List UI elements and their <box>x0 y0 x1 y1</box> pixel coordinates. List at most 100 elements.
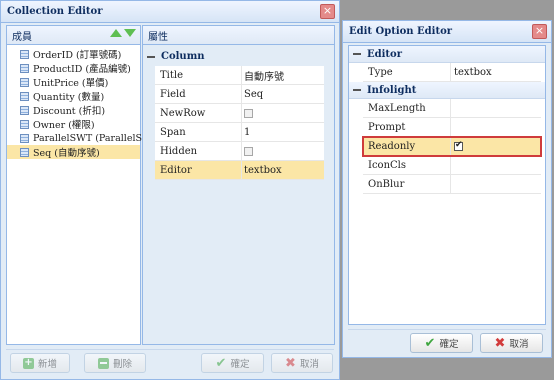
member-label: Seq (自動序號) <box>33 148 100 159</box>
plus-icon: + <box>22 356 34 369</box>
table-icon <box>20 105 29 115</box>
add-button[interactable]: + 新增 <box>10 353 70 373</box>
edit-option-editor-title: Edit Option Editor <box>343 21 551 43</box>
close-icon[interactable]: × <box>320 4 335 19</box>
property-value[interactable]: Seq <box>242 85 324 103</box>
member-label: Discount (折扣) <box>33 106 106 117</box>
option-value[interactable] <box>451 99 541 117</box>
arrow-down-icon[interactable] <box>124 29 136 37</box>
cancel-button-label: 取消 <box>509 339 529 350</box>
member-item[interactable]: Quantity (數量) <box>7 89 140 103</box>
collection-editor-title: Collection Editor <box>1 1 339 23</box>
collection-editor-window: Collection Editor × 成員 OrderID (訂單號碼) Pr… <box>0 0 340 380</box>
option-group-infolight[interactable]: Infolight <box>349 82 545 99</box>
property-row-span[interactable]: Span 1 <box>155 123 324 142</box>
table-icon <box>20 49 29 59</box>
member-item[interactable]: ProductID (產品編號) <box>7 61 140 75</box>
option-value[interactable]: textbox <box>451 63 541 81</box>
member-item[interactable]: Owner (權限) <box>7 117 140 131</box>
property-row-hidden[interactable]: Hidden <box>155 142 324 161</box>
property-key: Hidden <box>155 142 242 160</box>
option-row-onblur[interactable]: OnBlur <box>363 175 541 194</box>
property-group-column[interactable]: Column <box>143 47 334 66</box>
table-icon <box>20 147 29 157</box>
property-key: NewRow <box>155 104 242 122</box>
option-key: Prompt <box>363 118 451 136</box>
properties-header-label: 屬性 <box>148 31 168 43</box>
table-icon <box>20 77 29 87</box>
properties-header: 屬性 <box>143 26 334 45</box>
table-icon <box>20 119 29 129</box>
arrow-up-icon[interactable] <box>110 29 122 37</box>
property-row-field[interactable]: Field Seq <box>155 85 324 104</box>
option-key: OnBlur <box>363 175 451 193</box>
table-icon <box>20 63 29 73</box>
option-value[interactable] <box>451 156 541 174</box>
option-value[interactable] <box>451 175 541 193</box>
member-item[interactable]: ParallelSWT (ParallelSWT) <box>7 131 162 145</box>
option-group-label: Editor <box>367 48 402 60</box>
readonly-checkbox[interactable] <box>454 140 463 151</box>
hidden-checkbox[interactable] <box>244 146 253 156</box>
property-grid: Column Title 自動序號 Field Seq NewRow Span … <box>143 47 334 180</box>
option-group-label: Infolight <box>367 84 417 96</box>
option-value[interactable] <box>451 118 541 136</box>
member-label: UnitPrice (單價) <box>33 78 109 89</box>
property-key: Span <box>155 123 242 141</box>
property-value[interactable] <box>242 142 324 160</box>
option-key: IconCls <box>363 156 451 174</box>
member-item-selected[interactable]: Seq (自動序號) <box>7 145 140 159</box>
close-icon[interactable]: × <box>532 24 547 39</box>
cancel-button[interactable]: ✖ 取消 <box>480 333 543 353</box>
member-item[interactable]: Discount (折扣) <box>7 103 140 117</box>
member-item[interactable]: UnitPrice (單價) <box>7 75 140 89</box>
collapse-icon[interactable] <box>147 55 155 58</box>
member-label: ProductID (產品編號) <box>33 64 131 75</box>
x-icon: ✖ <box>494 335 506 351</box>
properties-panel: 屬性 Column Title 自動序號 Field Seq NewRow Sp… <box>142 25 335 345</box>
member-label: Quantity (數量) <box>33 92 105 103</box>
add-button-label: 新增 <box>37 359 57 370</box>
ok-button[interactable]: ✔ 確定 <box>410 333 473 353</box>
option-row-prompt[interactable]: Prompt <box>363 118 541 137</box>
check-icon: ✔ <box>215 355 227 371</box>
collapse-icon[interactable] <box>353 53 361 55</box>
property-key: Field <box>155 85 242 103</box>
reorder-arrows <box>110 29 136 37</box>
ok-button[interactable]: ✔ 確定 <box>201 353 264 373</box>
option-value[interactable] <box>451 137 541 155</box>
newrow-checkbox[interactable] <box>244 108 253 118</box>
delete-button[interactable]: 刪除 <box>84 353 146 373</box>
cancel-button[interactable]: ✖ 取消 <box>271 353 333 373</box>
member-item[interactable]: OrderID (訂單號碼) <box>7 47 140 61</box>
option-key: MaxLength <box>363 99 451 117</box>
option-key: Readonly <box>363 137 451 155</box>
member-label: Owner (權限) <box>33 120 95 131</box>
property-value[interactable]: 自動序號 <box>242 66 324 84</box>
property-key: Title <box>155 66 242 84</box>
members-panel: 成員 OrderID (訂單號碼) ProductID (產品編號) UnitP… <box>6 25 162 345</box>
member-label: OrderID (訂單號碼) <box>33 50 122 61</box>
property-key: Editor <box>155 161 242 179</box>
edit-option-editor-footer: ✔ 確定 ✖ 取消 <box>348 329 546 356</box>
minus-icon <box>97 357 109 369</box>
delete-button-label: 刪除 <box>112 359 132 370</box>
property-value[interactable]: 1 <box>242 123 324 141</box>
option-group-editor[interactable]: Editor <box>349 46 545 63</box>
property-value[interactable]: textbox <box>242 161 324 179</box>
option-row-type[interactable]: Type textbox <box>363 63 541 82</box>
option-row-readonly[interactable]: Readonly <box>362 136 542 157</box>
members-list: OrderID (訂單號碼) ProductID (產品編號) UnitPric… <box>7 47 162 159</box>
property-row-editor[interactable]: Editor textbox <box>155 161 324 180</box>
table-icon <box>20 91 29 101</box>
property-row-newrow[interactable]: NewRow <box>155 104 324 123</box>
property-value[interactable] <box>242 104 324 122</box>
ok-button-label: 確定 <box>230 359 250 370</box>
check-icon: ✔ <box>424 335 436 351</box>
property-row-title[interactable]: Title 自動序號 <box>155 66 324 85</box>
edit-option-grid: Editor Type textbox Infolight MaxLength … <box>348 45 546 325</box>
option-row-iconcls[interactable]: IconCls <box>363 156 541 175</box>
collapse-icon[interactable] <box>353 89 361 91</box>
members-header: 成員 <box>7 26 140 45</box>
option-row-maxlength[interactable]: MaxLength <box>363 99 541 118</box>
